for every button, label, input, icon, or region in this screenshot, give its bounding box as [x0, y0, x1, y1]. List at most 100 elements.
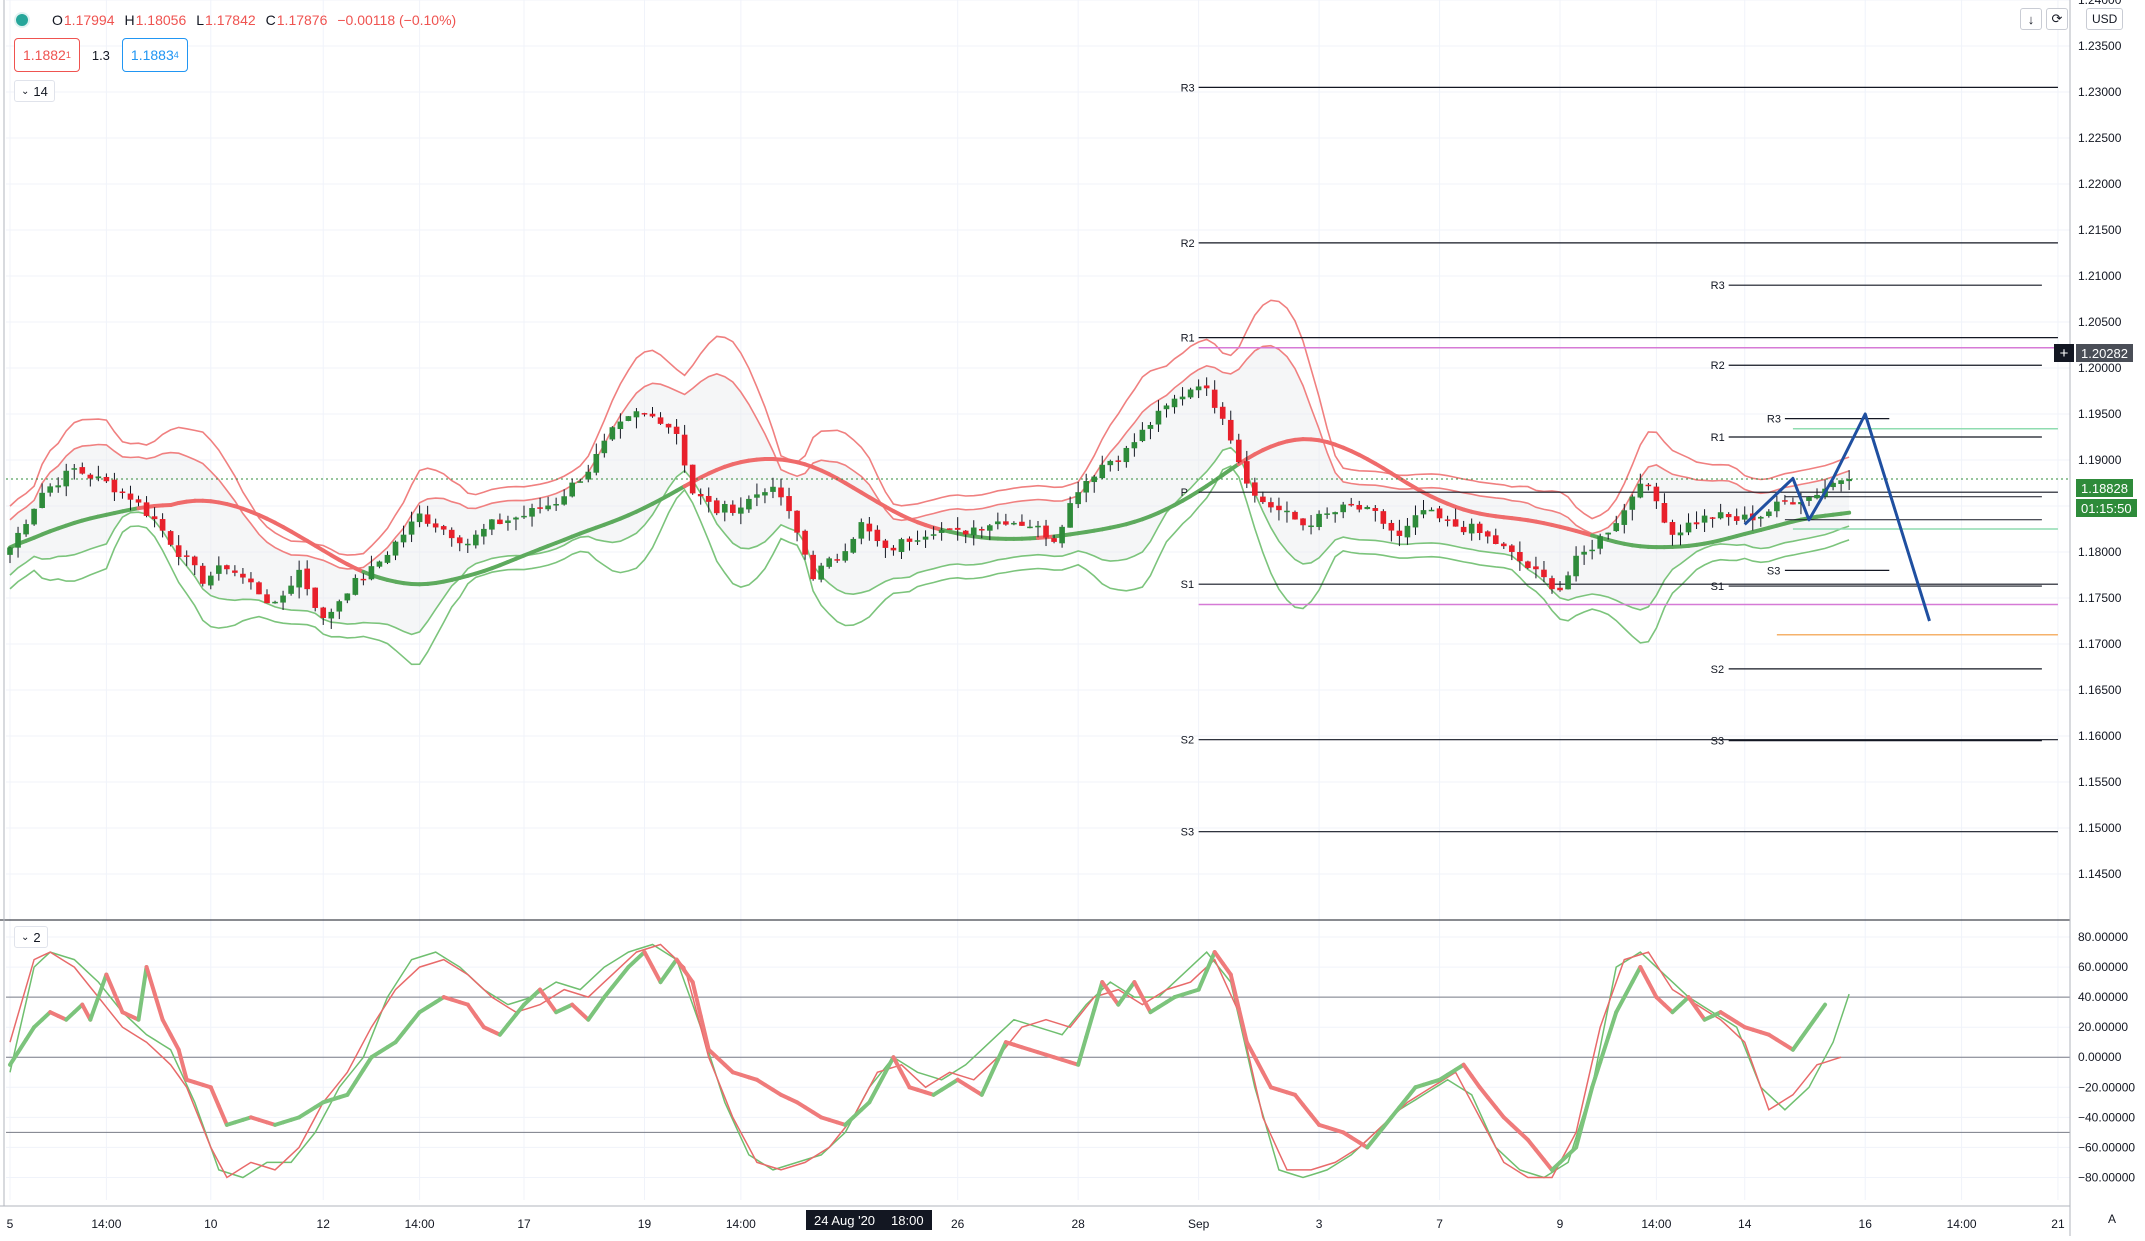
pivot-left-label: S3 — [1181, 827, 1194, 839]
candle-bear — [1043, 526, 1049, 538]
osc-signal-fast — [10, 945, 1849, 1178]
osc-main-segment — [347, 1082, 355, 1095]
osc-main-segment — [982, 1077, 990, 1095]
candle-bear — [642, 413, 648, 415]
price-tick-label: 1.24000 — [2078, 0, 2122, 7]
candle-bull — [481, 529, 487, 537]
candle-bull — [1565, 575, 1571, 589]
price-tick-label: 1.22500 — [2078, 131, 2122, 145]
candle-bull — [1702, 516, 1708, 523]
osc-main-segment — [18, 1040, 26, 1053]
candle-bear — [1509, 545, 1515, 551]
candle-bull — [71, 468, 77, 470]
time-tick-label: 28 — [1071, 1217, 1085, 1231]
time-tick-label: 9 — [1557, 1217, 1564, 1231]
candle-bear — [883, 541, 889, 548]
price-tick-label: 1.23500 — [2078, 39, 2122, 53]
scroll-down-button[interactable]: ↓ — [2020, 8, 2042, 30]
candle-bear — [674, 427, 680, 434]
osc-main-segment — [877, 1072, 885, 1087]
osc-main-segment — [355, 1070, 363, 1083]
price-tick-label: 1.16500 — [2078, 683, 2122, 697]
crosshair-date-tag: 24 Aug '20 18:00 — [806, 1210, 932, 1230]
open-label: O — [52, 12, 63, 28]
buy-price: 1.1883 — [131, 47, 174, 63]
candle-bull — [915, 540, 921, 542]
candle-bear — [1268, 502, 1274, 507]
candle-bull — [393, 542, 399, 556]
candle-bear — [425, 514, 431, 523]
candle-bear — [1260, 497, 1266, 502]
candle-bear — [1116, 460, 1122, 462]
add-alert-button[interactable]: + — [2054, 344, 2074, 362]
pivot-left-label: S2 — [1181, 735, 1194, 747]
candle-bull — [1083, 481, 1089, 493]
candle-bear — [1453, 519, 1459, 526]
candle-bull — [208, 576, 214, 586]
crosshair-price-tag: 1.20282 — [2076, 344, 2133, 362]
candle-bull — [553, 504, 559, 506]
pivot-left-label: R2 — [1181, 238, 1195, 250]
candle-bear — [176, 545, 182, 557]
candle-bear — [706, 496, 712, 502]
candle-bear — [433, 523, 439, 527]
candle-bull — [7, 548, 13, 555]
candle-bull — [1035, 526, 1041, 528]
candle-bear — [1726, 514, 1732, 517]
candle-bear — [1236, 440, 1242, 462]
buy-price-sup: 4 — [174, 50, 179, 60]
candle-bear — [1493, 535, 1499, 544]
candle-bull — [1188, 389, 1194, 397]
pivot-right-label: R1 — [1711, 432, 1725, 444]
bollinger-bands — [10, 300, 1849, 664]
osc-main-segment — [1640, 967, 1648, 982]
candle-bull — [1613, 523, 1619, 531]
sell-button[interactable]: 1.18821 — [14, 38, 80, 72]
price-tick-label: 1.18000 — [2078, 545, 2122, 559]
candle-bull — [859, 522, 865, 539]
main-pane-toggle[interactable]: ⌄ 14 — [14, 80, 55, 102]
candle-bear — [802, 531, 808, 555]
candle-bull — [1766, 512, 1772, 517]
candle-bear — [810, 555, 816, 579]
low-label: L — [196, 12, 204, 28]
currency-button[interactable]: USD — [2086, 8, 2123, 30]
candle-bear — [1662, 503, 1668, 523]
candle-bear — [1276, 506, 1282, 510]
price-tick-label: 1.20500 — [2078, 315, 2122, 329]
candle-bull — [1196, 386, 1202, 390]
reset-view-button[interactable]: ⟳ — [2046, 8, 2068, 30]
candle-bear — [120, 492, 126, 494]
osc-main-segment — [1118, 993, 1126, 1004]
time-tick-label: 14:00 — [91, 1217, 121, 1231]
spread-value: 1.3 — [88, 48, 114, 63]
candle-bull — [634, 411, 640, 417]
candle-bull — [55, 485, 61, 487]
candle-bull — [336, 601, 342, 611]
osc-main-segment — [1624, 982, 1632, 997]
candle-bear — [104, 477, 110, 481]
symbol-status-icon[interactable] — [14, 12, 30, 28]
candle-bear — [666, 424, 672, 428]
candle-bull — [328, 612, 334, 619]
osc-main-segment — [211, 1087, 219, 1106]
plus-icon: + — [2060, 345, 2069, 362]
trading-chart[interactable]: R3R2R1PS1S2S3R3R2R1S1S2S3R3S3 1.240001.2… — [0, 0, 2145, 1236]
osc-pane-toggle[interactable]: ⌄ 2 — [14, 926, 48, 948]
osc-main-segment — [171, 1035, 179, 1050]
osc-tick-label: −20.00000 — [2078, 1080, 2135, 1094]
candle-bear — [128, 494, 134, 500]
candle-bull — [1308, 526, 1314, 528]
candle-bear — [1533, 566, 1539, 569]
auto-scale-button[interactable]: A — [2108, 1212, 2116, 1226]
candle-bear — [1646, 485, 1652, 487]
buy-button[interactable]: 1.18834 — [122, 38, 188, 72]
candle-bear — [184, 555, 190, 557]
candle-bear — [1734, 516, 1740, 521]
candle-bear — [1461, 527, 1467, 532]
pivot-right-label: S3 — [1711, 736, 1724, 748]
candle-bear — [1051, 538, 1057, 542]
candle-bull — [1814, 495, 1820, 498]
candle-bull — [923, 537, 929, 540]
chart-canvas[interactable]: R3R2R1PS1S2S3R3R2R1S1S2S3R3S3 1.240001.2… — [0, 0, 2145, 1236]
